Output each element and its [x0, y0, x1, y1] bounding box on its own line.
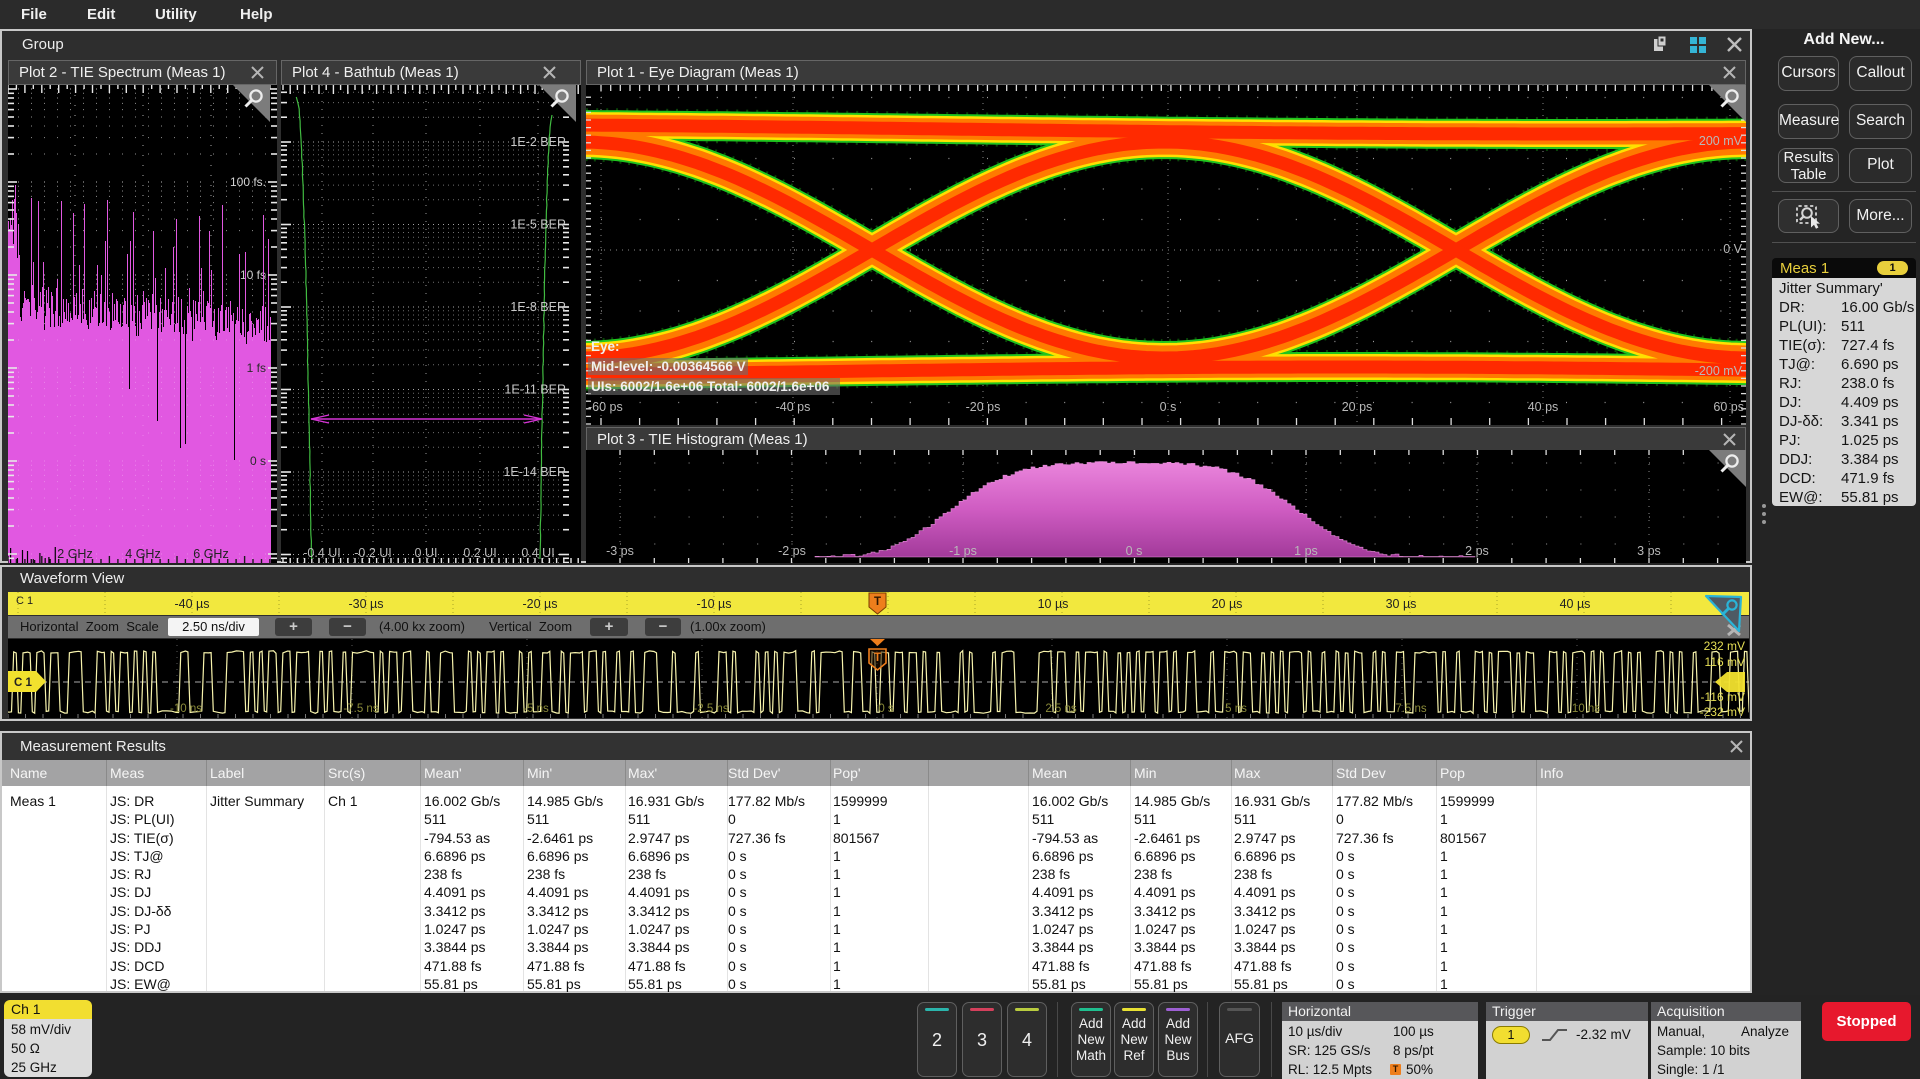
svg-text:-30 µs: -30 µs [349, 597, 384, 611]
svg-text:1 ps: 1 ps [1294, 544, 1318, 558]
svg-text:2 ps: 2 ps [1465, 544, 1489, 558]
svg-text:-116 mV: -116 mV [1701, 690, 1745, 704]
svg-text:T: T [874, 652, 881, 664]
svg-text:30 µs: 30 µs [1386, 597, 1417, 611]
svg-text:C 1: C 1 [16, 595, 33, 607]
svg-text:-5 ns: -5 ns [523, 703, 549, 715]
svg-text:1E-2 BER: 1E-2 BER [510, 135, 566, 149]
svg-text:-60 ps: -60 ps [588, 400, 623, 414]
svg-text:7.5 ns: 7.5 ns [1395, 703, 1427, 715]
svg-text:1E-14 BER: 1E-14 BER [503, 465, 566, 479]
svg-text:1 fs: 1 fs [247, 361, 266, 375]
svg-text:-0.4 UI: -0.4 UI [303, 546, 341, 560]
svg-text:20 ps: 20 ps [1342, 400, 1373, 414]
svg-text:-10 µs: -10 µs [697, 597, 732, 611]
svg-text:-40 µs: -40 µs [175, 597, 210, 611]
svg-text:0 s: 0 s [1126, 544, 1143, 558]
svg-text:-20 ps: -20 ps [966, 400, 1001, 414]
svg-text:10 ns: 10 ns [1572, 703, 1600, 715]
svg-text:-2 ps: -2 ps [778, 544, 806, 558]
svg-text:-7.5 ns: -7.5 ns [343, 703, 378, 715]
svg-text:0.4 UI: 0.4 UI [521, 546, 554, 560]
svg-text:-200 mV: -200 mV [1695, 364, 1743, 378]
svg-text:-10 ns: -10 ns [170, 703, 202, 715]
svg-text:UIs: 6002/1.6e+06 Total:: UIs: 6002/1.6e+06 Total: 6002/1.6e+06 [591, 379, 830, 394]
svg-text:0 s: 0 s [1160, 400, 1177, 414]
svg-text:3 ps: 3 ps [1637, 544, 1661, 558]
svg-text:40 ps: 40 ps [1528, 400, 1559, 414]
svg-text:-20 µs: -20 µs [523, 597, 558, 611]
svg-text:2 GHz: 2 GHz [57, 547, 92, 561]
svg-text:-40 ps: -40 ps [776, 400, 811, 414]
svg-text:2.5 ns: 2.5 ns [1045, 703, 1077, 715]
svg-text:-2.5 ns: -2.5 ns [693, 703, 728, 715]
svg-text:0 V: 0 V [1723, 242, 1742, 256]
svg-text:4 GHz: 4 GHz [125, 547, 160, 561]
svg-text:1E-5 BER: 1E-5 BER [510, 218, 566, 232]
svg-text:6 GHz: 6 GHz [193, 547, 228, 561]
svg-text:20 µs: 20 µs [1212, 597, 1243, 611]
svg-text:40 µs: 40 µs [1560, 597, 1591, 611]
svg-text:C 1: C 1 [14, 677, 33, 689]
svg-text:-3 ps: -3 ps [606, 544, 634, 558]
svg-text:0 s: 0 s [878, 703, 894, 715]
svg-text:232 mV: 232 mV [1704, 639, 1745, 653]
svg-text:0 UI: 0 UI [415, 546, 438, 560]
svg-text:Eye:: Eye: [591, 339, 620, 354]
svg-text:-232 mV: -232 mV [1700, 705, 1745, 718]
svg-text:0.2 UI: 0.2 UI [463, 546, 496, 560]
svg-text:1E-11 BER: 1E-11 BER [504, 383, 566, 397]
svg-text:10 µs: 10 µs [1038, 597, 1069, 611]
svg-text:116 mV: 116 mV [1705, 655, 1745, 669]
svg-text:1E-8 BER: 1E-8 BER [510, 300, 566, 314]
svg-text:100 fs.: 100 fs. [230, 175, 266, 189]
svg-text:60 ps: 60 ps [1713, 400, 1744, 414]
svg-text:T: T [874, 596, 881, 608]
svg-text:0 s: 0 s [250, 454, 266, 468]
svg-text:Mid-level: -0.00364566 V: Mid-level: -0.00364566 V [591, 359, 746, 374]
svg-text:-0.2 UI: -0.2 UI [354, 546, 392, 560]
svg-text:-1 ps: -1 ps [949, 544, 977, 558]
svg-text:5 ns: 5 ns [1225, 703, 1247, 715]
svg-text:200 mV: 200 mV [1699, 134, 1743, 148]
svg-text:10 fs: 10 fs [240, 268, 266, 282]
